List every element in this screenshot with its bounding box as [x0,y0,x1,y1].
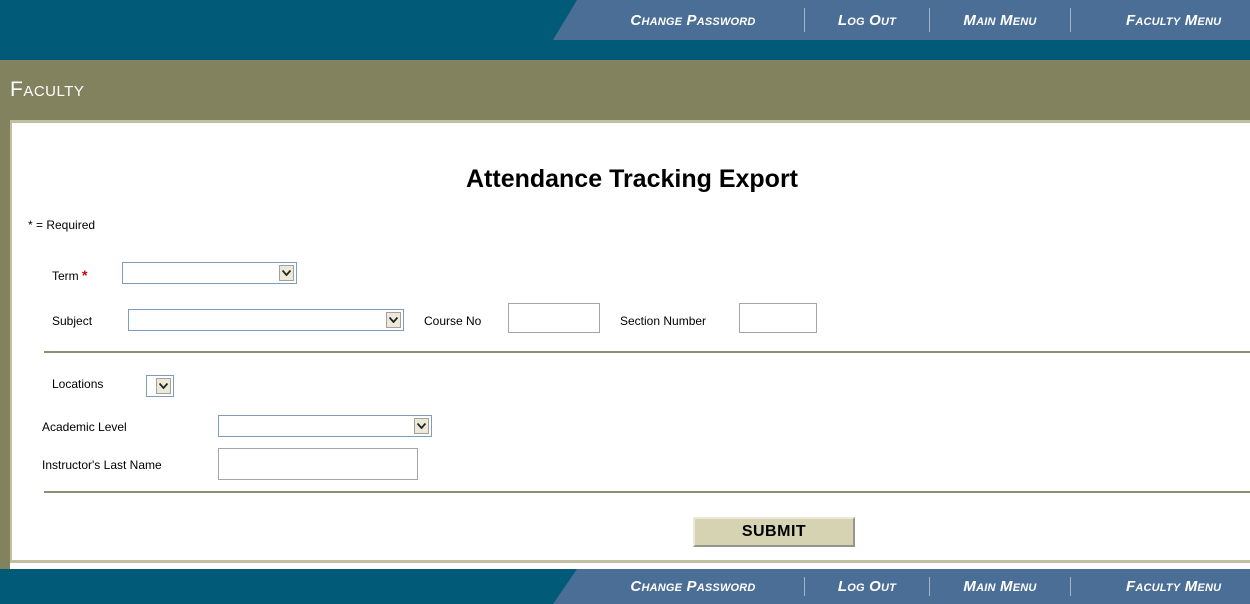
section-number-label: Section Number [620,314,707,328]
nav-separator [1070,8,1071,32]
term-label: Term [52,269,79,283]
subject-select[interactable] [128,309,404,331]
locations-label: Locations [52,377,104,391]
nav-faculty-menu-link[interactable]: Faculty Menu [1088,569,1250,604]
nav-change-password-link[interactable]: Change Password [582,0,804,40]
instructor-last-name-label: Instructor's Last Name [42,458,162,472]
course-no-label: Course No [424,314,482,328]
locations-select[interactable] [146,375,174,397]
chevron-down-icon[interactable] [279,265,294,281]
term-select[interactable] [122,262,297,284]
required-star: * [82,267,88,283]
nav-main-menu-link[interactable]: Main Menu [930,0,1070,40]
top-nav-links: Change Password Log Out Main Menu Facult… [0,0,1250,40]
term-label-wrap: Term * [52,267,87,283]
required-note: * = Required [28,218,96,232]
page-title-wrap: Attendance Tracking Export [12,165,1250,194]
section-title: Faculty [10,78,85,101]
nav-faculty-menu-link[interactable]: Faculty Menu [1088,0,1250,40]
section-number-input[interactable] [739,303,817,333]
bottom-nav-bar: Change Password Log Out Main Menu Facult… [0,569,1250,604]
course-no-input[interactable] [508,303,600,333]
academic-level-select[interactable] [218,415,432,437]
section-divider [44,491,1250,493]
academic-level-label: Academic Level [42,420,127,434]
subject-label: Subject [52,314,93,328]
chevron-down-icon[interactable] [414,418,429,434]
submit-button[interactable]: SUBMIT [693,517,855,547]
content-frame-edge [0,120,10,569]
nav-log-out-link[interactable]: Log Out [805,0,929,40]
chevron-down-icon[interactable] [156,378,171,394]
instructor-last-name-input[interactable] [218,448,418,480]
nav-main-menu-link[interactable]: Main Menu [930,569,1070,604]
chevron-down-icon[interactable] [386,312,401,328]
nav-separator [1070,577,1071,596]
bottom-nav-links: Change Password Log Out Main Menu Facult… [0,569,1250,604]
page-title: Attendance Tracking Export [465,165,799,193]
section-header: Faculty [0,60,1250,120]
nav-strip [0,40,1250,60]
top-nav-bar: Change Password Log Out Main Menu Facult… [0,0,1250,40]
main-content: Attendance Tracking Export * = Required … [10,120,1250,563]
section-divider [44,351,1250,353]
nav-change-password-link[interactable]: Change Password [582,569,804,604]
nav-log-out-link[interactable]: Log Out [805,569,929,604]
